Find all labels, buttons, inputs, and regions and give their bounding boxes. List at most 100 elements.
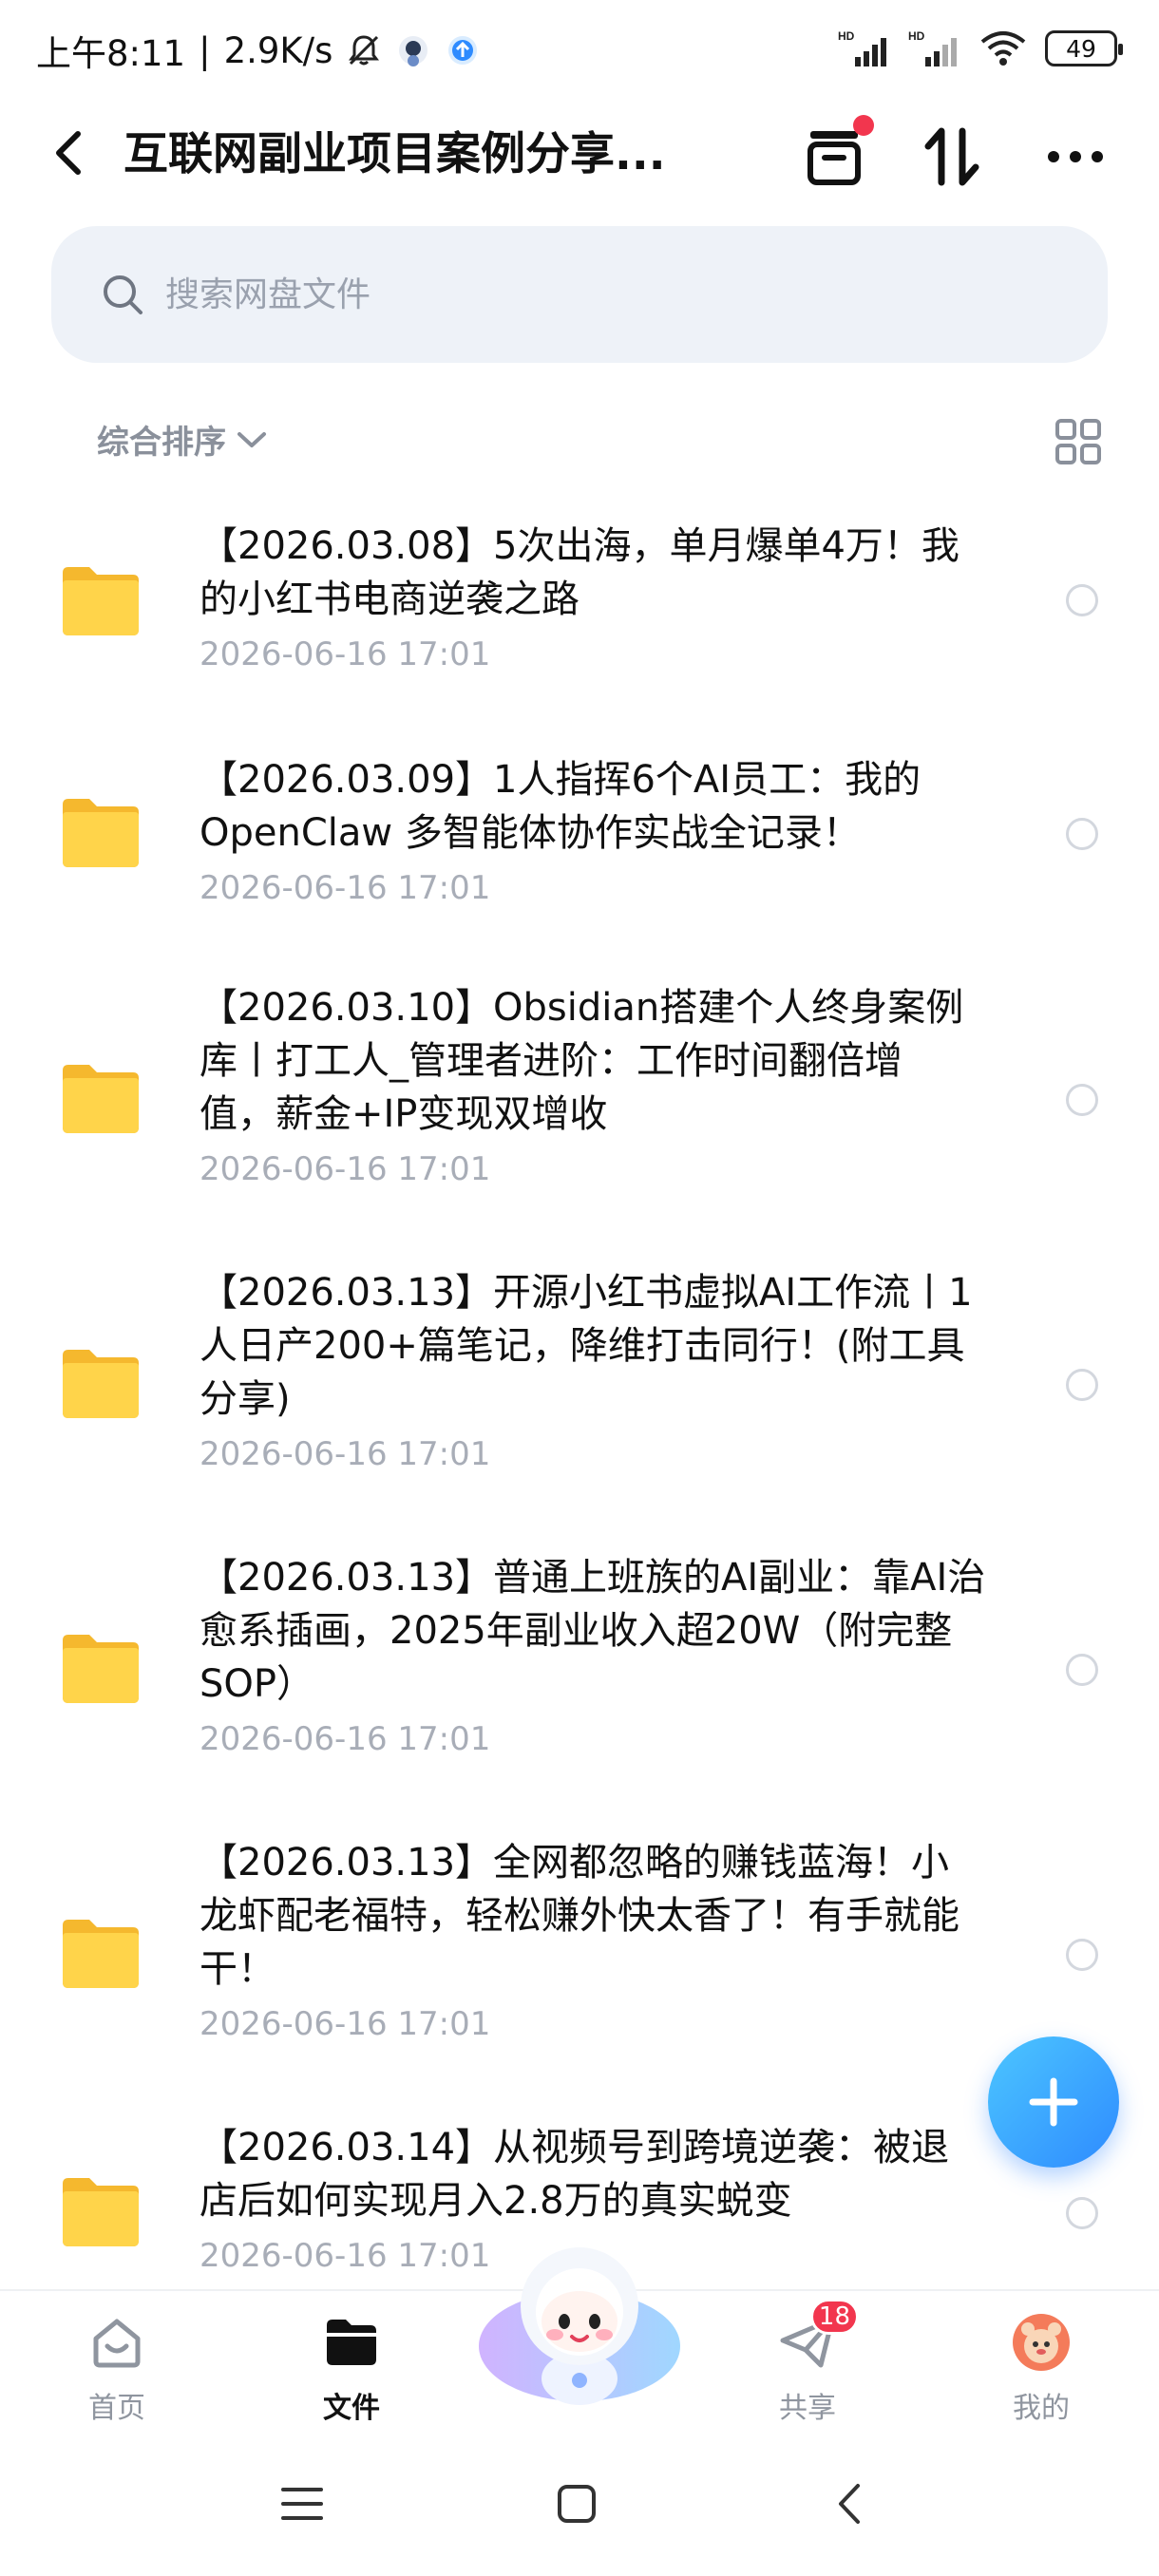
signal-hd-icon-2: HD [908, 29, 957, 66]
file-row[interactable]: 【2026.03.13】开源小红书虚拟AI工作流丨1 人日产200+篇笔记，降维… [0, 1259, 1159, 1544]
file-date: 2026-06-16 17:01 [200, 869, 491, 907]
system-menu-button[interactable] [264, 2466, 340, 2542]
file-name-line: 值，薪金+IP变现双增收 [200, 1092, 608, 1136]
status-left: 上午8:11 | 2.9K/s [36, 25, 481, 76]
upload-notification-icon [448, 36, 478, 65]
select-checkbox[interactable] [1066, 2197, 1098, 2229]
folder-icon [63, 1635, 139, 1703]
search-icon [104, 275, 142, 314]
nav-mine-label: 我的 [1013, 2392, 1070, 2425]
file-date: 2026-06-16 17:01 [200, 635, 491, 673]
status-bar: 上午8:11 | 2.9K/s HD HD 49 [0, 0, 1159, 100]
avatar [1013, 2314, 1070, 2371]
more-icon [1048, 151, 1103, 162]
file-date: 2026-06-16 17:01 [200, 1435, 491, 1473]
file-name-line: 【2026.03.13】全网都忽略的赚钱蓝海！小 [200, 1841, 950, 1885]
nav-share-label: 共享 [779, 2392, 836, 2425]
file-row[interactable]: 【2026.03.09】1人指挥6个AI员工：我的 OpenClaw 多智能体协… [0, 717, 1159, 955]
file-date: 2026-06-16 17:01 [200, 2005, 491, 2043]
file-list: 【2026.03.08】5次出海，单月爆单4万！我 的小红书电商逆袭之路 202… [0, 480, 1159, 2284]
sort-button[interactable] [916, 121, 988, 193]
file-name-line: 【2026.03.10】Obsidian搭建个人终身案例 [200, 986, 964, 1030]
more-button[interactable] [1039, 121, 1112, 193]
sort-label: 综合排序 [97, 424, 226, 462]
file-name-line: 【2026.03.08】5次出海，单月爆单4万！我 [200, 524, 960, 568]
status-right: HD HD 49 [838, 28, 1123, 68]
file-name-line: 分享) [200, 1377, 291, 1421]
sort-transfer-icon [924, 127, 979, 186]
notification-dot [853, 115, 874, 136]
system-home-button[interactable] [539, 2466, 615, 2542]
folder-filled-icon [327, 2320, 376, 2365]
system-back-button[interactable] [811, 2466, 887, 2542]
app-bar: 互联网副业项目案例分享... [0, 100, 1159, 209]
select-checkbox[interactable] [1066, 584, 1098, 616]
battery-indicator: 49 [1045, 30, 1123, 66]
mute-bell-icon [349, 35, 380, 66]
select-checkbox[interactable] [1066, 818, 1098, 850]
file-name-line: 龙虾配老福特，轻松赚外快太香了！有手就能 [200, 1894, 960, 1938]
nav-home-label: 首页 [88, 2392, 145, 2425]
page-title: 互联网副业项目案例分享... [124, 128, 666, 180]
file-name-line: 人日产200+篇笔记，降维打击同行！(附工具 [200, 1324, 965, 1368]
share-icon-wrap: 18 [777, 2299, 859, 2373]
transfer-list-button[interactable] [798, 115, 874, 193]
select-checkbox[interactable] [1066, 1654, 1098, 1686]
add-button[interactable] [988, 2036, 1119, 2168]
select-checkbox[interactable] [1066, 1369, 1098, 1401]
wifi-icon [980, 31, 1026, 66]
signal-hd-icon: HD [838, 29, 886, 66]
file-row[interactable]: 【2026.03.13】全网都忽略的赚钱蓝海！小 龙虾配老福特，轻松赚外快太香了… [0, 1828, 1159, 2113]
file-name-line: 愈系插画，2025年副业收入超20W（附完整 [200, 1609, 953, 1653]
status-separator: | [199, 29, 211, 71]
file-name-line: SOP） [200, 1662, 314, 1706]
svg-text:HD: HD [908, 29, 925, 43]
sort-dropdown[interactable]: 综合排序 [97, 416, 268, 463]
status-net-speed: 2.9K/s [223, 29, 333, 71]
file-name-line: 【2026.03.14】从视频号到跨境逆袭：被退 [200, 2126, 950, 2169]
folder-icon [63, 1350, 139, 1418]
file-name-line: 【2026.03.13】普通上班族的AI副业：靠AI治 [200, 1556, 986, 1600]
status-time: 上午8:11 [36, 33, 186, 74]
ai-assistant-mascot[interactable] [475, 2232, 684, 2413]
file-name-line: 干！ [200, 1947, 276, 1991]
inbox-icon [808, 131, 861, 185]
home-icon [93, 2319, 141, 2368]
folder-icon [63, 799, 139, 867]
file-date: 2026-06-16 17:01 [200, 2237, 491, 2275]
search-bar[interactable] [51, 226, 1108, 363]
chevron-down-icon [238, 431, 266, 447]
select-checkbox[interactable] [1066, 1939, 1098, 1971]
file-name-line: 店后如何实现月入2.8万的真实蜕变 [200, 2179, 792, 2223]
file-name-line: 【2026.03.09】1人指挥6个AI员工：我的 [200, 758, 922, 802]
file-row[interactable]: 【2026.03.10】Obsidian搭建个人终身案例 库丨打工人_管理者进阶… [0, 974, 1159, 1259]
select-checkbox[interactable] [1066, 1084, 1098, 1116]
folder-icon [63, 1920, 139, 1988]
system-nav [0, 2432, 1159, 2576]
grid-view-icon[interactable] [1054, 418, 1102, 465]
back-arrow-icon [839, 2484, 860, 2524]
file-date: 2026-06-16 17:01 [200, 1150, 491, 1188]
menu-icon [281, 2488, 323, 2520]
screen: 上午8:11 | 2.9K/s HD HD 49 互联网副业项目案例分享... … [0, 0, 1159, 2576]
file-row[interactable]: 【2026.03.13】普通上班族的AI副业：靠AI治 愈系插画，2025年副业… [0, 1544, 1159, 1828]
search-input[interactable] [165, 275, 1020, 314]
file-date: 2026-06-16 17:01 [200, 1720, 491, 1758]
svg-text:HD: HD [838, 29, 855, 43]
sort-bar: 综合排序 [0, 408, 1159, 475]
nav-share[interactable]: 18 共享 [732, 2299, 884, 2426]
square-icon [558, 2485, 596, 2523]
nav-files[interactable]: 文件 [276, 2302, 428, 2426]
folder-icon [63, 567, 139, 635]
nav-home[interactable]: 首页 [41, 2302, 193, 2426]
folder-icon [63, 1065, 139, 1133]
share-badge: 18 [809, 2299, 859, 2335]
folder-icon [63, 2178, 139, 2246]
plus-icon [1029, 2077, 1078, 2127]
file-row[interactable]: 【2026.03.08】5次出海，单月爆单4万！我 的小红书电商逆袭之路 202… [0, 480, 1159, 717]
nav-mine[interactable]: 我的 [965, 2302, 1117, 2426]
file-name-line: OpenClaw 多智能体协作实战全记录！ [200, 811, 861, 855]
back-icon [56, 131, 81, 175]
file-name-line: 的小红书电商逆袭之路 [200, 578, 580, 621]
back-button[interactable] [42, 123, 95, 183]
